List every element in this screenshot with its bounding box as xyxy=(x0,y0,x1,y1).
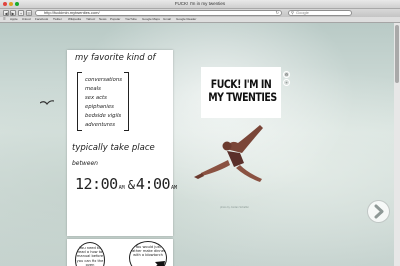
window-titlebar: FUCK! I'm in my twenties xyxy=(0,0,400,9)
add-bookmark-button[interactable]: + xyxy=(18,10,24,16)
gear-icon[interactable]: ⚙ xyxy=(283,71,290,78)
photo-caption: photo by Jordan Schaffer xyxy=(220,206,249,209)
note-middle-line: typically take place xyxy=(72,143,155,153)
address-bar[interactable]: http://fuckimin.mytwenties.com/ ↻ xyxy=(35,10,282,16)
next-page-button[interactable] xyxy=(367,200,390,223)
note-list: conversations meals sex acts epiphanies … xyxy=(85,76,122,130)
time-range: 12:00AM &4:00AM xyxy=(75,174,179,193)
list-item: conversations xyxy=(85,77,122,83)
jumping-person-photo xyxy=(194,125,263,182)
bookmark-item[interactable]: Apple xyxy=(10,17,18,22)
time-start-suffix: AM xyxy=(118,185,125,191)
bookmark-item[interactable]: YouTube xyxy=(125,17,137,22)
forward-button[interactable]: ▶ xyxy=(10,10,16,16)
list-item: adventures xyxy=(85,122,115,128)
search-placeholder: Google xyxy=(296,10,309,15)
bookmark-item[interactable]: Google Reader xyxy=(176,17,196,22)
list-item: meals xyxy=(85,86,101,92)
page-viewport: my favorite kind of conversations meals … xyxy=(0,23,394,266)
arrow-icon xyxy=(155,261,165,266)
time-end: 4:00 xyxy=(135,175,171,193)
site-logo[interactable]: FUCK! I'M IN MY TWENTIES xyxy=(201,67,281,118)
speech-bubble: You need to read a how to manual before … xyxy=(75,242,105,266)
bookmark-item[interactable]: Google Maps xyxy=(142,17,160,22)
list-item: sex acts xyxy=(85,95,107,101)
logo-line-2: MY TWENTIES xyxy=(208,90,277,104)
reader-button[interactable]: ☷ xyxy=(26,10,32,16)
window-title: FUCK! I'm in my twenties xyxy=(174,1,226,6)
bookmark-item[interactable]: Twitter xyxy=(53,17,62,22)
list-item: epiphanies xyxy=(85,104,114,110)
bookmarks-book-icon[interactable]: ☰ xyxy=(3,17,6,22)
browser-toolbar: ◀ ▶ + ☷ http://fuckimin.mytwenties.com/ … xyxy=(0,9,400,17)
vertical-scrollbar[interactable] xyxy=(393,23,400,266)
bookmark-item[interactable]: Popular xyxy=(110,17,120,22)
bookmark-item[interactable]: Wikipedia xyxy=(68,17,81,22)
bookmark-item[interactable]: Facebook xyxy=(35,17,48,22)
note-between: between xyxy=(72,160,98,167)
scroll-thumb[interactable] xyxy=(395,25,399,83)
plus-icon[interactable]: + xyxy=(283,79,290,86)
note-title: my favorite kind of xyxy=(75,53,156,63)
bookmark-item[interactable]: News xyxy=(99,17,107,22)
back-button[interactable]: ◀ xyxy=(3,10,9,16)
list-item: bedside vigils xyxy=(85,113,122,119)
bird-icon xyxy=(40,100,54,105)
comic-card[interactable]: You need to read a how to manual before … xyxy=(67,239,173,266)
url-text: http://fuckimin.mytwenties.com/ xyxy=(44,10,100,15)
bookmark-item[interactable]: Yahoo! xyxy=(86,17,95,22)
bookmark-item[interactable]: iCloud xyxy=(22,17,31,22)
chevron-right-icon xyxy=(374,204,384,219)
right-bracket xyxy=(124,72,129,131)
search-field[interactable]: ⚲ Google xyxy=(288,10,352,16)
bookmark-item[interactable]: Gmail xyxy=(163,17,171,22)
ampersand: & xyxy=(127,178,135,192)
handwritten-note-card[interactable]: my favorite kind of conversations meals … xyxy=(67,50,177,236)
time-end-suffix: AM xyxy=(171,185,178,191)
time-start: 12:00 xyxy=(75,175,118,193)
reload-icon[interactable]: ↻ xyxy=(276,11,279,15)
left-bracket xyxy=(77,72,82,131)
search-icon: ⚲ xyxy=(291,10,294,15)
